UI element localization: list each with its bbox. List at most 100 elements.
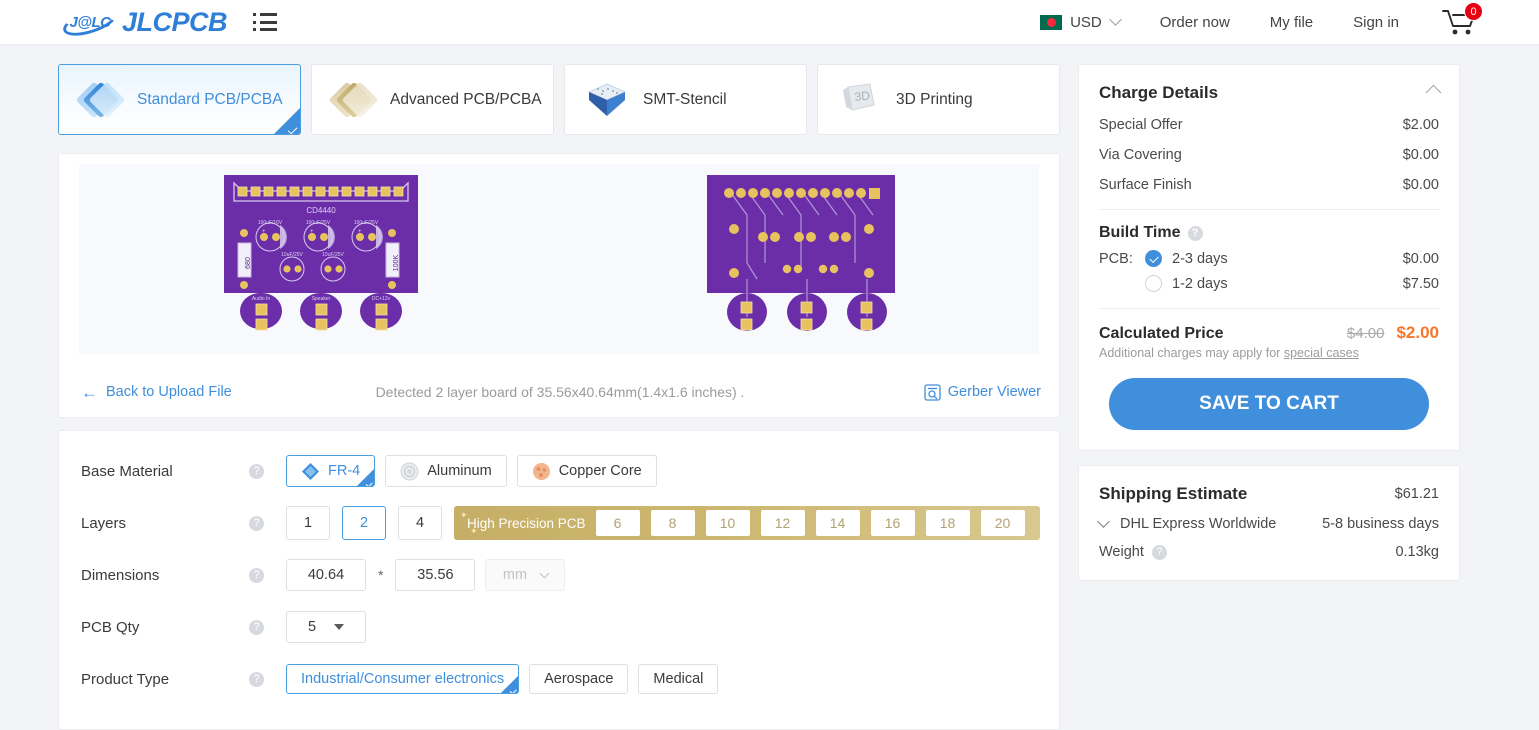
save-to-cart-button[interactable]: SAVE TO CART xyxy=(1109,378,1429,430)
build-time-option-2-3-days[interactable]: PCB: 2-3 days $0.00 xyxy=(1099,250,1439,267)
dimension-width-input[interactable] xyxy=(286,559,366,591)
tab-label: SMT-Stencil xyxy=(643,90,727,108)
weight-value: 0.13kg xyxy=(1395,544,1439,560)
charge-value: $2.00 xyxy=(1402,117,1439,133)
radio-selected-icon[interactable] xyxy=(1145,250,1162,267)
unit-value: mm xyxy=(502,567,528,583)
build-time-label: Build Time xyxy=(1099,224,1181,241)
layers-label: Layers xyxy=(81,514,127,532)
shipping-estimate-title: Shipping Estimate xyxy=(1099,484,1248,503)
tab-advanced-pcb-pcba[interactable]: Advanced PCB/PCBA xyxy=(311,64,554,135)
divider xyxy=(1099,209,1439,210)
layer-label: 2 xyxy=(359,515,369,531)
calculated-price-note: Additional charges may apply for special… xyxy=(1099,346,1439,360)
dimensions-help-icon[interactable]: ? xyxy=(249,567,264,583)
option-industrial-consumer-electronics[interactable]: Industrial/Consumer electronics xyxy=(286,664,520,694)
layer-option-1[interactable]: 1 xyxy=(286,506,330,540)
tab-standard-pcb-pcba[interactable]: Standard PCB/PCBA xyxy=(58,64,301,135)
calculated-price-row: Calculated Price $4.00 $2.00 xyxy=(1099,323,1439,343)
weight-label: Weight xyxy=(1099,544,1144,560)
svg-text:100K: 100K xyxy=(393,254,400,271)
pcb-qty-help-icon[interactable]: ? xyxy=(249,619,264,635)
pcb-qty-label: PCB Qty xyxy=(81,618,140,636)
layer-option-16[interactable]: 16 xyxy=(870,510,915,536)
layer-option-8[interactable]: 8 xyxy=(650,510,695,536)
option-aluminum[interactable]: Aluminum xyxy=(385,455,507,487)
layer-label: 1 xyxy=(303,515,313,531)
divider xyxy=(1099,308,1439,309)
shipping-estimate-panel: Shipping Estimate $61.21 DHL Express Wor… xyxy=(1078,465,1460,581)
option-aerospace[interactable]: Aerospace xyxy=(529,664,629,694)
layer-option-4[interactable]: 4 xyxy=(398,506,442,540)
layer-option-20[interactable]: 20 xyxy=(980,510,1025,536)
shipping-eta: 5-8 business days xyxy=(1322,516,1439,532)
radio-unselected-icon[interactable] xyxy=(1145,275,1162,292)
charge-row-special-offer: Special Offer $2.00 xyxy=(1099,117,1439,133)
new-price: $2.00 xyxy=(1396,323,1439,342)
weight-help-icon[interactable]: ? xyxy=(1151,544,1167,560)
layer-option-18[interactable]: 18 xyxy=(925,510,970,536)
tab-smt-stencil[interactable]: SMT-Stencil xyxy=(564,64,807,135)
option-medical[interactable]: Medical xyxy=(638,664,719,694)
product-tabs: Standard PCB/PCBA Advanced PCB/PCBA SMT-… xyxy=(58,64,1060,135)
charge-details-panel: Charge Details Special Offer $2.00 Via C… xyxy=(1078,64,1460,451)
layer-option-10[interactable]: 10 xyxy=(705,510,750,536)
logo-text: JLCPCB xyxy=(122,6,228,37)
logo[interactable]: J@LC JLCPCB xyxy=(59,2,228,42)
product-type-help-icon[interactable]: ? xyxy=(249,671,264,687)
special-cases-link[interactable]: special cases xyxy=(1284,346,1359,360)
nav-my-file[interactable]: My file xyxy=(1270,14,1313,31)
dimension-unit-select[interactable]: mm xyxy=(485,559,566,591)
high-precision-title: High Precision PCB xyxy=(467,515,586,531)
build-time-option-1-2-days[interactable]: 1-2 days $7.50 xyxy=(1099,275,1439,292)
charge-name: Special Offer xyxy=(1099,117,1183,133)
copper-core-icon xyxy=(532,462,551,481)
currency-selector[interactable]: USD xyxy=(1040,13,1122,31)
base-material-label: Base Material xyxy=(81,462,173,480)
build-time-prefix: PCB: xyxy=(1099,250,1133,267)
list-icon[interactable] xyxy=(253,13,278,31)
option-label: Aluminum xyxy=(427,463,492,479)
base-material-help-icon[interactable]: ? xyxy=(249,463,264,479)
option-copper-core[interactable]: Copper Core xyxy=(516,455,657,487)
pcb-qty-select[interactable]: 5 xyxy=(286,611,366,643)
stencil-icon xyxy=(583,79,631,121)
dimension-separator: * xyxy=(378,567,384,583)
build-time-title: Build Time ? xyxy=(1099,224,1439,242)
currency-label: USD xyxy=(1070,13,1102,31)
layer-option-12[interactable]: 12 xyxy=(760,510,805,536)
pcb-front-image: CD4440 100uF/16V 100uF/25V 100uF/25V + + + xyxy=(218,167,424,352)
layer-option-14[interactable]: 14 xyxy=(815,510,860,536)
nav-sign-in[interactable]: Sign in xyxy=(1353,14,1399,31)
cart-button[interactable]: 0 xyxy=(1441,2,1483,38)
build-time-help-icon[interactable]: ? xyxy=(1187,225,1203,241)
layers-help-icon[interactable]: ? xyxy=(249,515,264,531)
svg-text:CD4440: CD4440 xyxy=(306,206,336,215)
shipping-carrier: DHL Express Worldwide xyxy=(1120,516,1277,532)
chevron-down-icon[interactable] xyxy=(1097,515,1110,528)
tab-label: 3D Printing xyxy=(896,90,973,108)
fr4-icon xyxy=(301,462,320,481)
old-price: $4.00 xyxy=(1346,325,1385,342)
dimension-height-input[interactable] xyxy=(395,559,476,591)
layer-option-6[interactable]: 6 xyxy=(595,510,640,536)
logo-mark-icon: J@LC xyxy=(59,2,121,42)
charge-value: $0.00 xyxy=(1402,147,1439,163)
shipping-price: $61.21 xyxy=(1394,486,1439,502)
pcb-qty-value: 5 xyxy=(307,619,317,635)
preview-caption-row: ← Back to Upload File Detected 2 layer b… xyxy=(59,377,1061,407)
nav-order-now[interactable]: Order now xyxy=(1160,14,1230,31)
pcb-preview-card: CD4440 100uF/16V 100uF/25V 100uF/25V + + + xyxy=(58,153,1060,418)
dimensions-label: Dimensions xyxy=(81,566,160,584)
chevron-down-icon xyxy=(539,568,550,578)
aluminum-icon xyxy=(400,462,419,481)
pcb-diamond-icon xyxy=(75,79,126,121)
tab-3d-printing[interactable]: 3D 3D Printing xyxy=(817,64,1060,135)
option-fr4[interactable]: FR-4 xyxy=(286,455,376,487)
svg-text:DC+12v: DC+12v xyxy=(371,296,390,302)
shipping-carrier-row[interactable]: DHL Express Worldwide 5-8 business days xyxy=(1097,515,1439,532)
layer-option-2[interactable]: 2 xyxy=(342,506,386,540)
pcb-back-image xyxy=(701,167,901,352)
logo-badge-text: J@LC xyxy=(69,13,111,31)
chevron-up-icon[interactable] xyxy=(1425,84,1442,101)
